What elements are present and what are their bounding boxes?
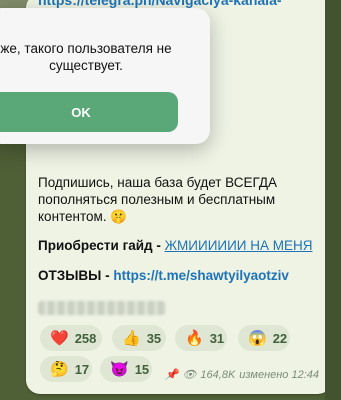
view-count: 164,8K <box>200 368 236 381</box>
scream-icon: 😱 <box>248 329 267 347</box>
reviews-link[interactable]: https://t.me/shawtyilyaotziv <box>113 268 289 283</box>
fire-icon: 🔥 <box>185 329 204 347</box>
message-text-line2: пополняться полезным и бесплатным <box>38 192 276 207</box>
alert-dialog: же, такого пользователя не существует. O… <box>0 8 210 144</box>
guide-line: Приобрести гайд - ЖМИИИИИИ НА МЕНЯ <box>38 238 313 253</box>
dialog-message-line2: существует. <box>49 58 123 73</box>
reaction-count: 31 <box>209 330 225 346</box>
reaction-count: 258 <box>74 330 97 346</box>
thinking-icon: 🤔 <box>50 360 69 378</box>
reaction-devil[interactable]: 😈 15 <box>100 356 152 382</box>
guide-label: Приобрести гайд - <box>38 238 165 253</box>
reaction-thinking[interactable]: 🤔 17 <box>40 356 92 382</box>
chat-background-right <box>325 0 341 400</box>
dialog-message-line1: же, такого пользователя не <box>0 41 172 56</box>
dialog-message: же, такого пользователя не существует. <box>0 40 184 74</box>
reviews-label: ОТЗЫВЫ - <box>38 268 114 283</box>
reviews-line: ОТЗЫВЫ - https://t.me/shawtyilyaotziv <box>38 268 289 283</box>
heart-icon: ❤️ <box>50 329 69 347</box>
message-text-line3-label: контентом. <box>38 209 107 224</box>
ok-button[interactable]: OK <box>0 92 178 132</box>
reaction-scream[interactable]: 😱 22 <box>238 325 290 351</box>
eye-icon: 👁 <box>182 369 197 381</box>
reaction-count: 17 <box>74 361 90 377</box>
message-text-line1: Подпишись, наша база будет ВСЕГДА <box>38 175 278 190</box>
devil-icon: 😈 <box>110 360 129 378</box>
message-text-line3: контентом. 🤫 <box>38 209 127 225</box>
message-meta: 📌 👁 164,8K изменено 12:44 <box>164 368 319 382</box>
edited-timestamp: изменено 12:44 <box>239 368 319 381</box>
reaction-heart[interactable]: ❤️ 258 <box>40 325 102 351</box>
thumbs-up-icon: 👍 <box>122 329 141 347</box>
navigation-link[interactable]: https://telegra.ph/Navigaciya-kanala- <box>38 0 282 8</box>
reaction-count: 15 <box>134 361 150 377</box>
spoiler-emoji-icon: 🤫 <box>110 209 128 224</box>
guide-link[interactable]: ЖМИИИИИИ НА МЕНЯ <box>165 238 313 253</box>
reaction-fire[interactable]: 🔥 31 <box>175 325 227 351</box>
pin-icon: 📌 <box>164 369 179 381</box>
reaction-count: 35 <box>146 330 162 346</box>
reaction-count: 22 <box>272 330 288 346</box>
blurred-spoiler-text[interactable] <box>38 301 166 315</box>
reaction-thumbs-up[interactable]: 👍 35 <box>112 325 166 351</box>
